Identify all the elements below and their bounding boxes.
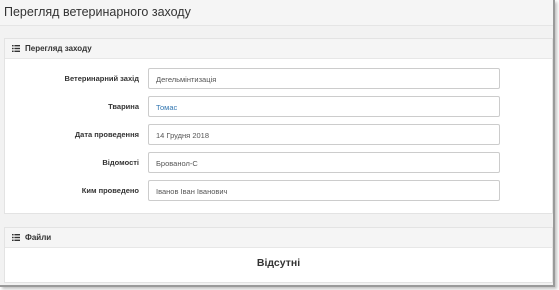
measure-label: Ветеринарний захід [64, 74, 139, 83]
details-field[interactable]: Брованол-С [148, 152, 500, 173]
details-label: Відомості [102, 158, 139, 167]
files-panel-heading: Файли [5, 228, 552, 248]
page-header: Перегляд ветеринарного заходу [0, 0, 553, 26]
date-field[interactable]: 14 Грудня 2018 [148, 124, 500, 145]
performed-by-field[interactable]: Іванов Іван Іванович [148, 180, 500, 201]
files-panel-title: Файли [25, 233, 52, 242]
details-panel-title: Перегляд заходу [25, 44, 92, 53]
details-panel-heading: Перегляд заходу [5, 39, 552, 59]
form-row-animal: Тварина Томас [5, 96, 552, 117]
date-label: Дата проведення [74, 130, 139, 139]
animal-link[interactable]: Томас [148, 96, 500, 117]
form-row-details: Відомості Брованол-С [5, 152, 552, 173]
page-title: Перегляд ветеринарного заходу [4, 5, 191, 19]
form-row-performed-by: Ким проведено Іванов Іван Іванович [5, 180, 552, 201]
animal-label: Тварина [108, 102, 139, 111]
list-icon [12, 234, 20, 241]
form-row-measure: Ветеринарний захід Дегельмінтизація [5, 68, 552, 89]
details-panel: Перегляд заходу Ветеринарний захід Дегел… [4, 38, 553, 214]
list-icon [12, 45, 20, 52]
files-empty-text: Відсутні [256, 257, 301, 269]
window-frame: Перегляд ветеринарного заходу Перегляд з… [0, 0, 555, 287]
files-panel: Файли Відсутні [4, 227, 553, 283]
form-row-date: Дата проведення 14 Грудня 2018 [5, 124, 552, 145]
performed-by-label: Ким проведено [81, 186, 139, 195]
measure-field[interactable]: Дегельмінтизація [148, 68, 500, 89]
